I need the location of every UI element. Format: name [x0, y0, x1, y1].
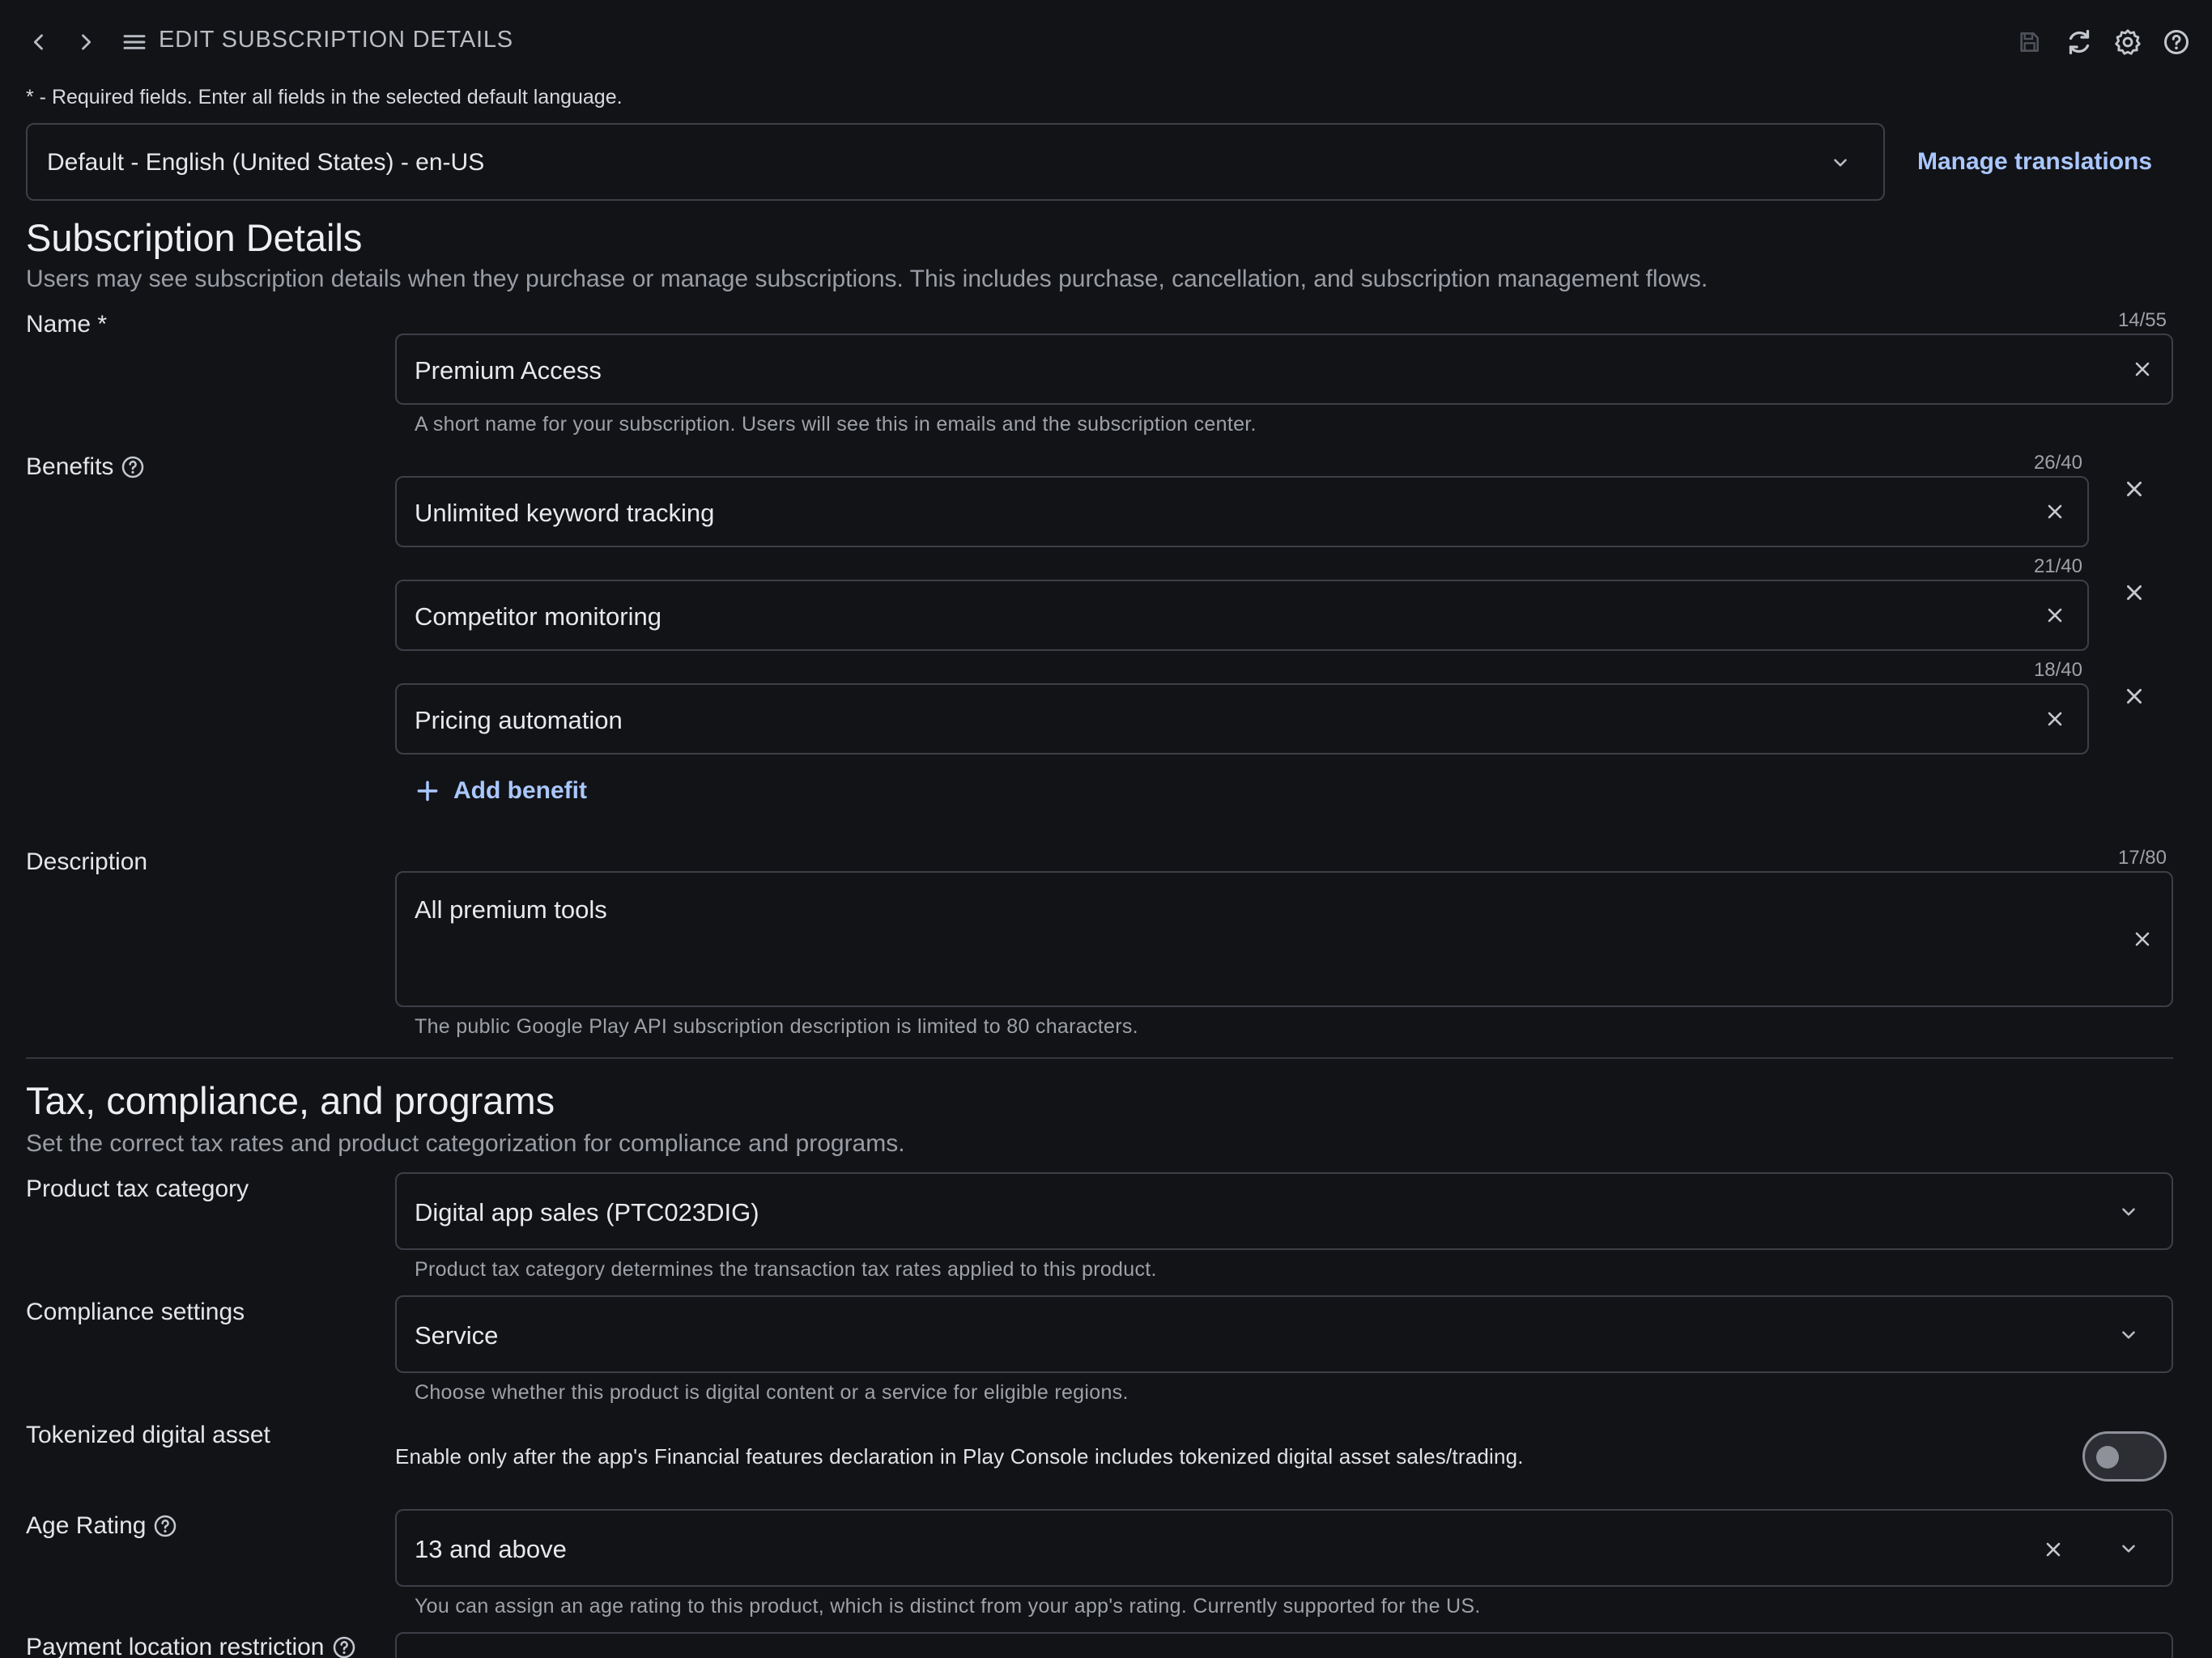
- chevron-down-icon: [1830, 152, 1851, 173]
- name-char-counter: 14/55: [2117, 309, 2167, 331]
- add-benefit-label: Add benefit: [453, 777, 587, 804]
- remove-benefit-1-close-icon[interactable]: [2115, 470, 2154, 508]
- tokenized-digital-asset-label-text: Tokenized digital asset: [26, 1422, 270, 1448]
- benefit-2-value: Competitor monitoring: [415, 602, 661, 631]
- required-fields-note: * - Required fields. Enter all fields in…: [26, 86, 623, 108]
- product-tax-category-value: Digital app sales (PTC023DIG): [415, 1198, 759, 1226]
- gear-icon[interactable]: [2108, 23, 2147, 62]
- tokenized-digital-asset-description: Enable only after the app's Financial fe…: [395, 1444, 1524, 1469]
- benefits-label-text: Benefits: [26, 453, 114, 480]
- help-icon[interactable]: [2157, 23, 2196, 62]
- forward-arrow-icon[interactable]: [71, 28, 100, 57]
- plus-icon: [415, 778, 440, 804]
- name-label-text: Name *: [26, 311, 108, 338]
- back-arrow-icon[interactable]: [24, 28, 53, 57]
- description-textarea[interactable]: All premium tools: [395, 871, 2173, 1007]
- product-tax-category-label-text: Product tax category: [26, 1175, 249, 1202]
- description-label: Description: [26, 848, 147, 876]
- product-tax-category-helper-text: Product tax category determines the tran…: [415, 1258, 1157, 1281]
- remove-benefit-2-close-icon[interactable]: [2115, 573, 2154, 612]
- age-rating-select[interactable]: 13 and above: [395, 1509, 2173, 1587]
- manage-translations-link[interactable]: Manage translations: [1917, 148, 2152, 176]
- compliance-settings-select[interactable]: Service: [395, 1295, 2173, 1373]
- product-tax-category-label: Product tax category: [26, 1175, 249, 1203]
- compliance-settings-value: Service: [415, 1321, 499, 1350]
- payment-location-restriction-label: Payment location restriction: [26, 1634, 357, 1658]
- product-tax-category-select[interactable]: Digital app sales (PTC023DIG): [395, 1172, 2173, 1250]
- benefit-2-input[interactable]: Competitor monitoring: [395, 580, 2089, 651]
- payment-location-help-icon[interactable]: [331, 1635, 357, 1658]
- payment-location-restriction-select[interactable]: [395, 1632, 2173, 1658]
- tokenized-digital-asset-label: Tokenized digital asset: [26, 1422, 270, 1449]
- description-char-counter: 17/80: [2117, 847, 2167, 869]
- refresh-icon[interactable]: [2060, 23, 2099, 62]
- page-title: EDIT SUBSCRIPTION DETAILS: [159, 27, 513, 53]
- age-rating-helper-text: You can assign an age rating to this pro…: [415, 1595, 1481, 1618]
- name-label: Name *: [26, 311, 107, 338]
- compliance-settings-helper-text: Choose whether this product is digital c…: [415, 1381, 1129, 1404]
- payment-location-restriction-label-text: Payment location restriction: [26, 1634, 325, 1658]
- remove-benefit-3-close-icon[interactable]: [2115, 677, 2154, 716]
- name-helper-text: A short name for your subscription. User…: [415, 413, 1257, 436]
- subscription-details-heading: Subscription Details: [26, 216, 363, 259]
- add-benefit-button[interactable]: Add benefit: [415, 777, 587, 805]
- clear-benefit-1-close-icon[interactable]: [2037, 494, 2073, 529]
- age-rating-label-text: Age Rating: [26, 1512, 147, 1539]
- benefit-2-char-counter: 21/40: [2033, 555, 2082, 577]
- clear-benefit-2-close-icon[interactable]: [2037, 597, 2073, 633]
- description-label-text: Description: [26, 848, 148, 875]
- language-select[interactable]: Default - English (United States) - en-U…: [26, 123, 1885, 201]
- chevron-down-icon: [2118, 1324, 2139, 1346]
- benefit-1-value: Unlimited keyword tracking: [415, 499, 715, 527]
- chevron-down-icon: [2118, 1538, 2139, 1559]
- benefit-3-value: Pricing automation: [415, 706, 623, 734]
- clear-description-close-icon[interactable]: [2125, 921, 2160, 957]
- description-value: All premium tools: [415, 895, 607, 924]
- menu-icon[interactable]: [118, 26, 151, 58]
- section-divider: [26, 1057, 2173, 1059]
- save-icon[interactable]: [2011, 24, 2047, 60]
- tax-compliance-heading: Tax, compliance, and programs: [26, 1079, 555, 1122]
- clear-benefit-3-close-icon[interactable]: [2037, 701, 2073, 737]
- benefits-help-icon[interactable]: [120, 454, 146, 480]
- age-rating-value: 13 and above: [415, 1535, 567, 1563]
- benefit-1-char-counter: 26/40: [2033, 452, 2082, 474]
- tax-compliance-subtitle: Set the correct tax rates and product ca…: [26, 1130, 905, 1157]
- clear-name-close-icon[interactable]: [2125, 351, 2160, 387]
- name-input[interactable]: Premium Access: [395, 334, 2173, 405]
- benefits-label: Benefits: [26, 453, 146, 481]
- benefit-3-char-counter: 18/40: [2033, 659, 2082, 681]
- edit-subscription-page: EDIT SUBSCRIPTION DETAILS * - Required f…: [0, 0, 2212, 1658]
- tokenized-digital-asset-toggle[interactable]: [2082, 1431, 2167, 1482]
- compliance-settings-label-text: Compliance settings: [26, 1299, 245, 1325]
- compliance-settings-label: Compliance settings: [26, 1299, 245, 1326]
- description-helper-text: The public Google Play API subscription …: [415, 1015, 1138, 1038]
- clear-age-rating-close-icon[interactable]: [2035, 1532, 2071, 1567]
- toggle-knob: [2096, 1446, 2119, 1469]
- age-rating-help-icon[interactable]: [152, 1513, 178, 1539]
- benefit-1-input[interactable]: Unlimited keyword tracking: [395, 476, 2089, 547]
- subscription-details-subtitle: Users may see subscription details when …: [26, 266, 1708, 292]
- language-select-value: Default - English (United States) - en-U…: [47, 149, 485, 176]
- name-input-value: Premium Access: [415, 356, 602, 385]
- chevron-down-icon: [2118, 1201, 2139, 1222]
- age-rating-label: Age Rating: [26, 1512, 178, 1540]
- benefit-3-input[interactable]: Pricing automation: [395, 683, 2089, 755]
